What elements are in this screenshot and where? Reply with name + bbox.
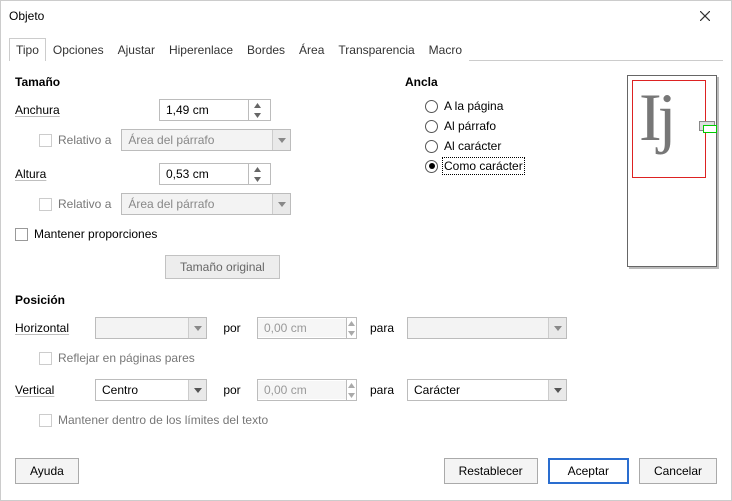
tab-tipo[interactable]: Tipo (9, 38, 46, 61)
to-label-v: para (367, 383, 397, 397)
to-label-h: para (367, 321, 397, 335)
position-heading: Posición (15, 293, 717, 307)
vertical-by-input (258, 381, 346, 399)
height-relative-checkbox[interactable] (39, 198, 52, 211)
keep-ratio-checkbox[interactable] (15, 228, 28, 241)
width-relative-value: Área del párrafo (122, 131, 272, 149)
width-relative-select: Área del párrafo (121, 129, 291, 151)
tab-macro[interactable]: Macro (422, 38, 469, 61)
cancel-button[interactable]: Cancelar (639, 458, 717, 484)
tab-transparencia[interactable]: Transparencia (331, 38, 421, 61)
anchor-preview: Ij (627, 75, 717, 267)
tab-area[interactable]: Área (292, 38, 331, 61)
height-input[interactable] (160, 165, 248, 183)
titlebar: Objeto (1, 1, 731, 31)
chevron-down-icon (272, 194, 290, 214)
tab-strip: Tipo Opciones Ajustar Hiperenlace Bordes… (9, 37, 723, 61)
tab-bordes[interactable]: Bordes (240, 38, 292, 61)
size-heading: Tamaño (15, 75, 405, 89)
window-title: Objeto (9, 9, 44, 23)
help-button[interactable]: Ayuda (15, 458, 79, 484)
mirror-label: Reflejar en páginas pares (58, 351, 195, 365)
height-relative-label: Relativo a (58, 197, 111, 211)
height-relative-select: Área del párrafo (121, 193, 291, 215)
by-label-v: por (217, 383, 247, 397)
width-down[interactable] (249, 110, 266, 120)
height-up[interactable] (249, 164, 266, 174)
width-label: Anchura (15, 103, 105, 117)
chevron-down-icon (188, 318, 206, 338)
ok-button[interactable]: Aceptar (548, 458, 629, 484)
follow-flow-checkbox (39, 414, 52, 427)
horizontal-by-spinner (257, 317, 357, 339)
reset-button[interactable]: Restablecer (444, 458, 538, 484)
width-relative-label: Relativo a (58, 133, 111, 147)
vertical-select[interactable]: Centro (95, 379, 207, 401)
height-relative-value: Área del párrafo (122, 195, 272, 213)
vertical-to-select[interactable]: Carácter (407, 379, 567, 401)
width-up[interactable] (249, 100, 266, 110)
chevron-down-icon (548, 318, 566, 338)
tab-hiperenlace[interactable]: Hiperenlace (162, 38, 240, 61)
horizontal-select (95, 317, 207, 339)
horizontal-label: Horizontal (15, 321, 85, 335)
horizontal-to-select (407, 317, 567, 339)
tab-opciones[interactable]: Opciones (46, 38, 111, 61)
follow-flow-label: Mantener dentro de los límites del texto (58, 413, 268, 427)
vertical-by-spinner (257, 379, 357, 401)
height-spinner[interactable] (159, 163, 271, 185)
width-spinner[interactable] (159, 99, 271, 121)
original-size-button[interactable]: Tamaño original (165, 255, 280, 279)
close-icon (700, 11, 710, 21)
height-down[interactable] (249, 174, 266, 184)
keep-ratio-label: Mantener proporciones (34, 227, 157, 241)
width-relative-checkbox[interactable] (39, 134, 52, 147)
chevron-down-icon (548, 380, 566, 400)
by-label-h: por (217, 321, 247, 335)
chevron-down-icon (272, 130, 290, 150)
vertical-label: Vertical (15, 383, 85, 397)
height-label: Altura (15, 167, 105, 181)
tab-ajustar[interactable]: Ajustar (111, 38, 162, 61)
horizontal-by-input (258, 319, 346, 337)
width-input[interactable] (160, 101, 248, 119)
close-button[interactable] (685, 4, 725, 28)
chevron-down-icon (188, 380, 206, 400)
mirror-checkbox (39, 352, 52, 365)
